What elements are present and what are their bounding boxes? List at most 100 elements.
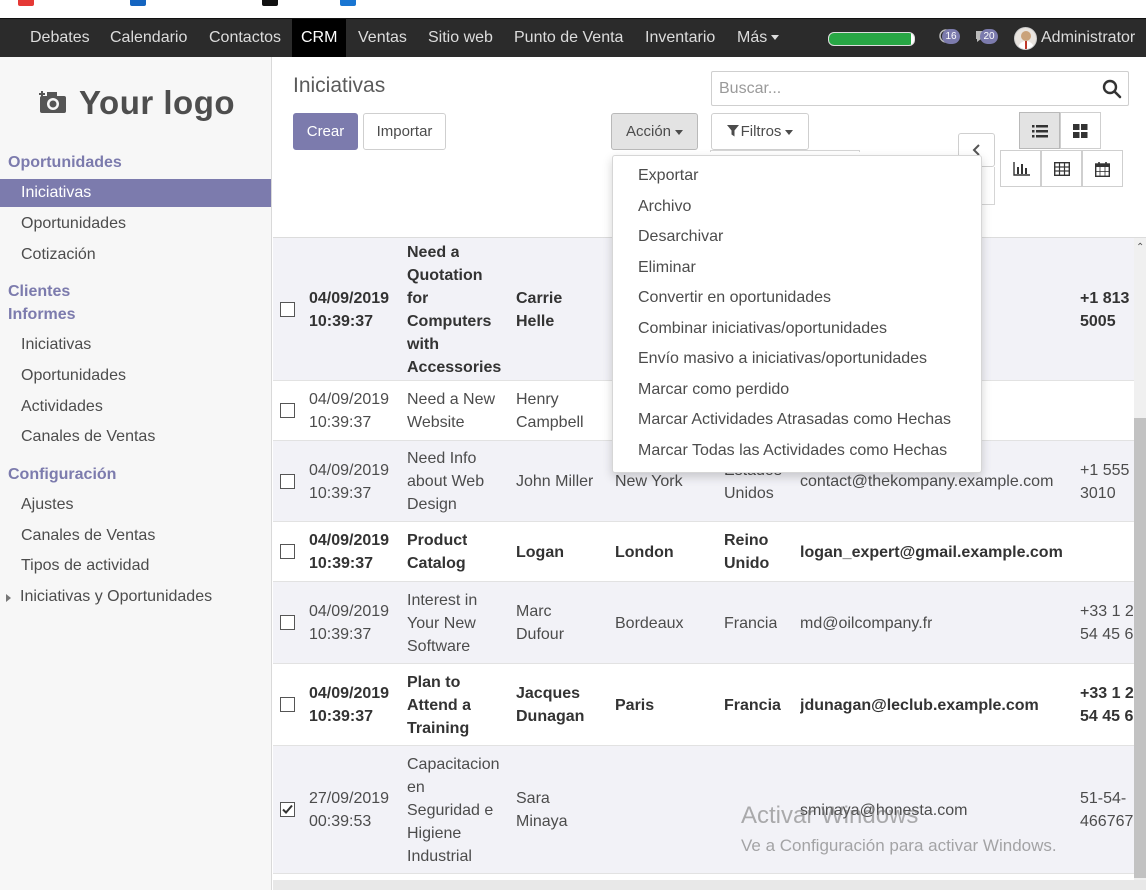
nav-crm[interactable]: CRM [292,19,347,57]
sidebar-item-iniciativas-y-oportunidades[interactable]: Iniciativas y Oportunidades [0,583,271,611]
row-checkbox[interactable] [280,802,295,817]
company-logo[interactable]: Your logo [22,71,248,139]
cell-email: jdunagan@leclub.example.com [800,696,1039,714]
cell-date: 04/09/2019 [309,603,390,620]
calendar-view-button[interactable] [1082,150,1123,187]
sidebar-item-cotizacion[interactable]: Cotización [0,241,271,269]
create-button[interactable]: Crear [293,113,358,150]
expand-arrow-icon [6,594,11,602]
scrollbar-thumb[interactable] [1134,418,1146,878]
section-clientes[interactable]: Clientes [8,283,70,301]
groupby-button-edge[interactable] [710,150,860,152]
horizontal-scrollbar[interactable] [273,880,1146,890]
filters-dropdown-button[interactable]: Filtros [711,113,809,150]
vertical-scrollbar[interactable]: ⌃ [1134,238,1146,890]
cell-date: 10:39:37 [309,708,374,725]
filter-icon [726,125,739,137]
list-view-button[interactable] [1019,112,1060,149]
nav-debates[interactable]: Debates [30,19,90,57]
cell-name: Catalog [407,555,466,572]
nav-sitio-web[interactable]: Sitio web [428,19,493,57]
logo-text: Your logo [79,84,236,121]
bookmark-icon[interactable] [18,0,34,6]
action-menu-item[interactable]: Marcar Todas las Actividades como Hechas [638,442,947,460]
cell-city: Paris [615,696,655,714]
search-icon[interactable] [1102,79,1122,99]
kanban-view-button[interactable] [1060,112,1101,149]
nav-inventario[interactable]: Inventario [645,19,715,57]
cell-email: md@oilcompany.fr [800,614,933,632]
row-checkbox[interactable] [280,697,295,712]
nav-punto-de-venta[interactable]: Punto de Venta [514,19,623,57]
cell-country: Francia [724,614,778,632]
table-row[interactable]: 04/09/2019 10:39:37 Product Catalog Logan Lon… [273,522,1146,582]
kanban-view-icon [1073,124,1088,138]
cell-phone: 3010 [1080,484,1116,502]
action-menu-item[interactable]: Desarchivar [638,228,723,246]
table-row[interactable]: 04/09/2019 10:39:37 Plan to Attend a Trainin… [273,664,1146,746]
cell-contact: Sara [516,790,550,807]
nav-calendario[interactable]: Calendario [110,19,187,57]
cell-name: Need Info [407,450,477,467]
sidebar-item-oportunidades[interactable]: Oportunidades [0,210,271,238]
section-oportunidades[interactable]: Oportunidades [8,154,122,172]
action-menu-item[interactable]: Exportar [638,167,698,185]
sidebar-item-ajustes[interactable]: Ajustes [0,491,271,519]
row-checkbox[interactable] [280,403,295,418]
graph-view-button[interactable] [1000,150,1041,187]
cell-country: Unidos [724,484,774,502]
pivot-view-button[interactable] [1041,150,1082,187]
import-button[interactable]: Importar [363,113,446,150]
cell-name: Higiene [407,824,462,842]
cell-phone: +33 1 2 [1080,685,1134,702]
action-menu-item[interactable]: Envío masivo a iniciativas/oportunidades [638,350,927,368]
cell-date: 04/09/2019 [309,685,390,702]
sidebar-item-iniciativas[interactable]: Iniciativas [0,179,271,207]
action-menu-item[interactable]: Eliminar [638,259,696,277]
cell-contact: Minaya [516,813,568,830]
nav-mas-menu[interactable]: Más [737,19,780,57]
action-menu-item[interactable]: Marcar como perdido [638,381,789,399]
action-label: Acción [625,123,672,140]
caret-down-icon [675,129,684,135]
section-informes[interactable]: Informes [8,306,76,324]
sidebar-item-canales-de-ventas[interactable]: Canales de Ventas [0,423,271,451]
scroll-up-arrow-icon[interactable]: ⌃ [1136,242,1144,253]
caret-down-icon [771,35,780,41]
action-dropdown-button[interactable]: Acción [611,113,698,150]
sidebar-item-actividades[interactable]: Actividades [0,393,271,421]
bookmark-icon[interactable] [262,0,278,6]
row-checkbox[interactable] [280,301,295,317]
row-checkbox[interactable] [280,473,295,489]
action-menu-item[interactable]: Convertir en oportunidades [638,289,831,307]
action-menu-item[interactable]: Archivo [638,198,691,216]
main-navbar: Debates Calendario Contactos CRM Ventas … [0,18,1146,57]
cell-name: about Web [407,473,485,490]
user-avatar[interactable] [1014,27,1037,50]
cell-country: Reino [724,532,769,549]
nav-ventas[interactable]: Ventas [358,19,407,57]
cell-contact: Carrie [516,289,563,307]
sidebar-item-informes-iniciativas[interactable]: Iniciativas [0,331,271,359]
cell-contact: Dufour [516,626,565,643]
user-menu[interactable]: Administrator [1041,19,1135,57]
action-menu-item[interactable]: Combinar iniciativas/oportunidades [638,320,887,338]
action-menu-item[interactable]: Marcar Actividades Atrasadas como Hechas [638,411,951,429]
row-checkbox[interactable] [280,544,295,559]
sidebar-item-config-canales[interactable]: Canales de Ventas [0,522,271,550]
bookmark-icon[interactable] [340,0,356,6]
cell-contact: Helle [516,312,555,330]
camera-icon [39,91,66,113]
progress-bar[interactable] [828,32,915,46]
nav-contactos[interactable]: Contactos [209,19,281,57]
sidebar-item-tipos-de-actividad[interactable]: Tipos de actividad [0,552,271,580]
search-input[interactable]: Buscar... [711,71,1129,106]
cell-contact: John Miller [516,473,594,490]
cell-name: Your New [407,614,476,632]
sidebar-item-informes-oportunidades[interactable]: Oportunidades [0,362,271,390]
row-checkbox[interactable] [280,615,295,630]
section-configuracion[interactable]: Configuración [8,466,116,484]
table-row[interactable]: 04/09/2019 10:39:37 Interest in Your New Sof… [273,582,1146,664]
bookmark-icon[interactable] [130,0,146,6]
cell-date: 04/09/2019 [309,532,390,549]
